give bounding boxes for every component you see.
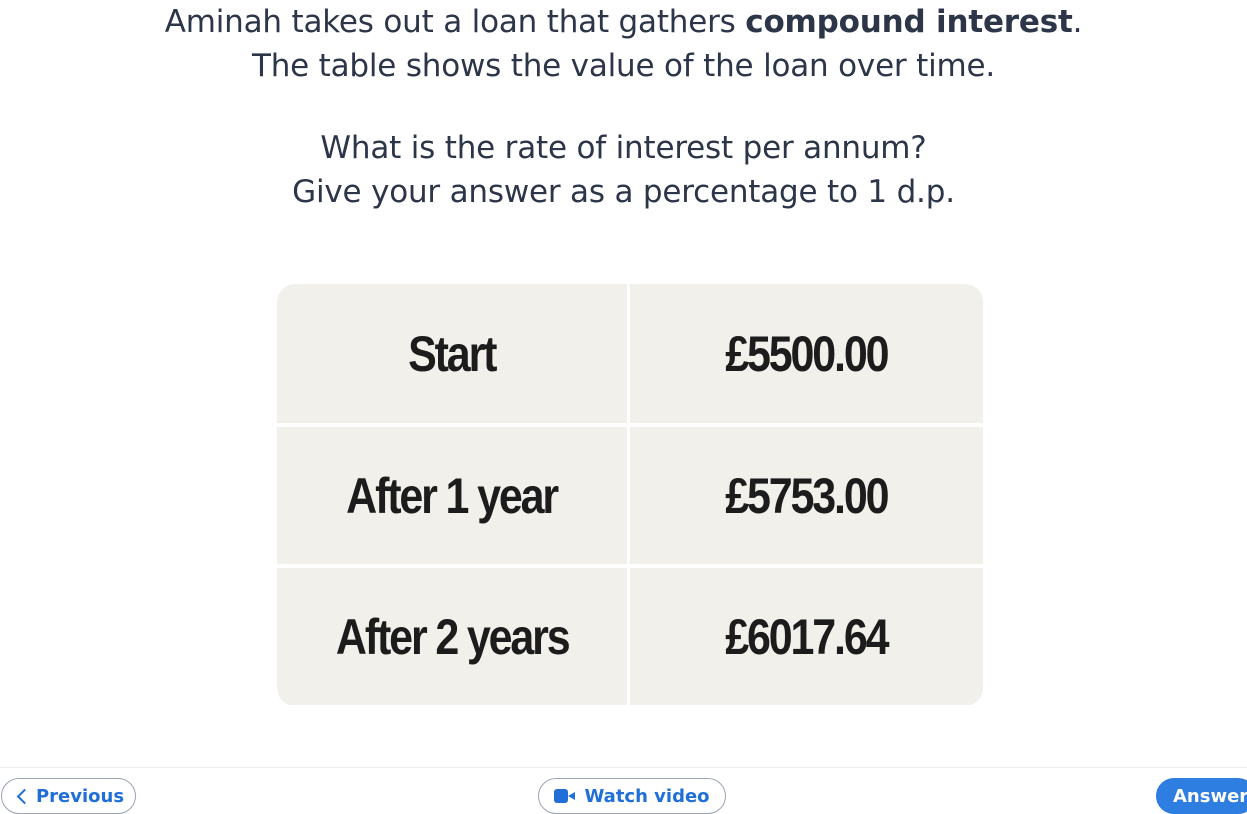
previous-button[interactable]: Previous [1, 778, 136, 814]
video-camera-icon [554, 789, 576, 803]
table-cell-value: £6017.64 [630, 568, 983, 705]
question-line-2: The table shows the value of the loan ov… [251, 48, 996, 84]
table-cell-label: After 1 year [277, 427, 627, 564]
row-label-start: Start [408, 325, 497, 382]
question-keyword: compound interest [745, 4, 1073, 40]
question-block: Aminah takes out a loan that gathers com… [0, 0, 1247, 214]
table-cell-label: After 2 years [277, 568, 627, 705]
answer-button[interactable]: Answer [1156, 778, 1247, 814]
row-value-start: £5500.00 [725, 325, 889, 382]
row-value-year-2: £6017.64 [725, 608, 889, 665]
question-line-1-post: . [1072, 4, 1083, 40]
table-cell-value: £5500.00 [630, 284, 983, 423]
watch-video-button[interactable]: Watch video [538, 778, 726, 814]
answer-button-label: Answer [1173, 785, 1247, 807]
table-cell-label: Start [277, 284, 627, 423]
previous-button-label: Previous [35, 785, 125, 807]
chevron-left-icon [16, 788, 33, 804]
row-label-year-2: After 2 years [335, 608, 571, 665]
question-line-1: Aminah takes out a loan that gathers com… [0, 0, 1247, 44]
table-cell-value: £5753.00 [630, 427, 983, 564]
row-label-year-1: After 1 year [346, 467, 560, 524]
question-line-3: What is the rate of interest per annum? [320, 130, 927, 166]
row-value-year-1: £5753.00 [725, 467, 889, 524]
question-line-1-pre: Aminah takes out a loan that gathers [164, 4, 746, 40]
question-line-4: Give your answer as a percentage to 1 d.… [292, 174, 955, 210]
watch-video-button-label: Watch video [584, 785, 710, 807]
loan-value-table: Start £5500.00 After 1 year £5753.00 Aft… [277, 284, 983, 706]
